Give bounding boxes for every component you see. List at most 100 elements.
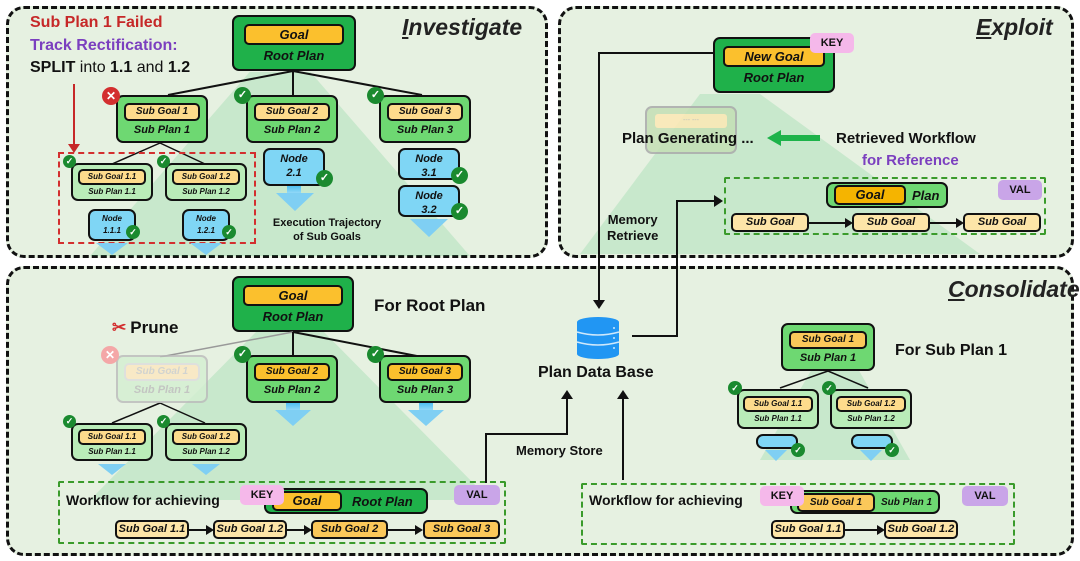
- split-sub-plan-1-2[interactable]: Sub Goal 1.2 Sub Plan 1.2: [165, 163, 247, 201]
- down-arrow-icon: [276, 193, 314, 211]
- sub-tree-edges: [779, 370, 869, 389]
- check-icon: ✓: [451, 167, 468, 184]
- plan-label: Sub Plan 2: [263, 123, 321, 136]
- sub-tree-child-1-1[interactable]: Sub Goal 1.1 Sub Plan 1.1: [737, 389, 819, 429]
- store-line: [485, 433, 487, 483]
- split-sub-plan-1-1[interactable]: Sub Goal 1.1 Sub Plan 1.1: [71, 163, 153, 201]
- check-icon: ✓: [234, 346, 251, 363]
- store-line: [622, 398, 624, 480]
- step-arrow: [388, 529, 418, 531]
- consolidate-sub-plan-3[interactable]: Sub Goal 3 Sub Plan 3: [379, 355, 471, 403]
- root-workflow-header[interactable]: Goal Root Plan: [264, 488, 428, 514]
- check-icon: ✓: [234, 87, 251, 104]
- retrieve-arrow-head: [593, 300, 605, 309]
- down-arrow-icon: [275, 410, 311, 426]
- val-tag: VAL: [962, 486, 1008, 506]
- goal-label: Sub Goal 3: [387, 362, 463, 381]
- node-id: 3.1: [421, 167, 437, 179]
- step-arrow: [930, 222, 958, 224]
- check-icon: ✓: [367, 87, 384, 104]
- consolidate-sub-plan-1-2[interactable]: Sub Goal 1.2 Sub Plan 1.2: [165, 423, 247, 461]
- down-arrow-icon: [96, 243, 128, 255]
- goal-label: Sub Goal 1: [124, 102, 200, 121]
- trajectory-label: Execution Trajectory of Sub Goals: [272, 217, 382, 243]
- consolidate-sub-plan-1-1[interactable]: Sub Goal 1.1 Sub Plan 1.1: [71, 423, 153, 461]
- goal-label: Goal: [834, 185, 906, 205]
- goal-label: Sub Goal 1.1: [78, 168, 146, 185]
- check-icon: ✓: [822, 381, 836, 395]
- workflow-step: Sub Goal: [852, 213, 930, 232]
- node-label: Node: [196, 214, 216, 223]
- memory-retrieve-label: Memory Retrieve: [607, 212, 659, 243]
- step-arrow: [845, 529, 879, 531]
- check-icon: ✓: [126, 225, 140, 239]
- workflow-step: Sub Goal 1.2: [884, 520, 958, 539]
- workflow-step: Sub Goal 1.1: [115, 520, 189, 539]
- goal-label: Sub Goal 1: [789, 330, 867, 349]
- node-label: Node: [102, 214, 122, 223]
- store-arrow-head: [617, 390, 629, 399]
- goal-label: Sub Goal 1.2: [836, 395, 906, 412]
- step-arrow-head: [877, 525, 885, 535]
- goal-label: Sub Goal 1.1: [78, 428, 146, 445]
- workflow-step: Sub Goal 1.1: [771, 520, 845, 539]
- check-icon: ✓: [316, 170, 333, 187]
- down-arrow-icon: [190, 243, 222, 255]
- plan-label: Plan: [912, 187, 940, 203]
- down-arrow-icon: [408, 410, 444, 426]
- exploit-workflow-header[interactable]: Goal Plan: [826, 182, 948, 208]
- node-label: Node: [280, 153, 308, 165]
- memory-store-label: Memory Store: [516, 443, 603, 458]
- consolidate-sub-plan-2[interactable]: Sub Goal 2 Sub Plan 2: [246, 355, 338, 403]
- plan-label: Sub Plan 3: [396, 383, 454, 396]
- for-sub-plan-label: For Sub Plan 1: [895, 342, 1008, 359]
- plan-label: Sub Plan 1.1: [88, 186, 136, 196]
- key-tag: KEY: [810, 33, 854, 53]
- retrieve-line: [598, 52, 600, 304]
- for-reference-label: for Reference: [862, 152, 959, 169]
- workflow-step: Sub Goal: [963, 213, 1041, 232]
- consolidate-title: Consolidate: [948, 276, 1080, 302]
- step-arrow-head: [415, 525, 423, 535]
- check-icon: ✓: [157, 415, 170, 428]
- check-icon: ✓: [222, 225, 236, 239]
- goal-label: Sub Goal 1: [797, 492, 875, 512]
- investigate-sub-plan-3[interactable]: Sub Goal 3 Sub Plan 3: [379, 95, 471, 143]
- check-icon: ✓: [63, 415, 76, 428]
- node-label: Node: [415, 153, 443, 165]
- check-icon: ✓: [367, 346, 384, 363]
- sub-tree-child-1-2[interactable]: Sub Goal 1.2 Sub Plan 1.2: [830, 389, 912, 429]
- plan-label: Sub Plan 1: [881, 496, 933, 508]
- pruned-sub-plan-1[interactable]: Sub Goal 1 Sub Plan 1: [116, 355, 208, 403]
- check-icon: ✓: [63, 155, 76, 168]
- plan-generating-text: Plan Generating ...: [622, 130, 754, 147]
- exploit-title: Exploit: [976, 14, 1053, 40]
- plan-label: Sub Plan 1.1: [754, 413, 802, 423]
- workflow-step: Sub Goal 2: [311, 520, 388, 539]
- down-arrow-icon: [860, 450, 882, 461]
- investigate-sub-plan-2[interactable]: Sub Goal 2 Sub Plan 2: [246, 95, 338, 143]
- workflow-step: Sub Goal 3: [423, 520, 500, 539]
- plan-label: Sub Plan 1.2: [847, 413, 895, 423]
- key-tag: KEY: [240, 485, 284, 505]
- goal-label: Sub Goal 1.1: [743, 395, 813, 412]
- check-icon: ✓: [885, 443, 899, 457]
- workflow-label: Workflow for achieving: [66, 492, 220, 508]
- plan-label: Sub Plan 2: [263, 383, 321, 396]
- workflow-step: Sub Goal 1.2: [213, 520, 287, 539]
- sub-workflow-header[interactable]: Sub Goal 1 Sub Plan 1: [790, 490, 940, 514]
- investigate-sub-plan-1[interactable]: Sub Goal 1 Sub Plan 1: [116, 95, 208, 143]
- step-arrow: [809, 222, 847, 224]
- sub-tree-root[interactable]: Sub Goal 1 Sub Plan 1: [781, 323, 875, 371]
- database-icon[interactable]: [576, 316, 624, 360]
- check-icon: ✓: [451, 203, 468, 220]
- plan-label: Sub Plan 1.2: [182, 186, 230, 196]
- step-arrow-head: [206, 525, 214, 535]
- retrieve-line: [598, 52, 713, 54]
- plan-label: Sub Plan 1: [133, 383, 191, 396]
- check-icon: ✓: [791, 443, 805, 457]
- reference-line: [676, 200, 678, 337]
- store-line: [485, 433, 567, 435]
- down-arrow-icon: [410, 219, 448, 237]
- green-left-arrow-icon: [780, 135, 820, 141]
